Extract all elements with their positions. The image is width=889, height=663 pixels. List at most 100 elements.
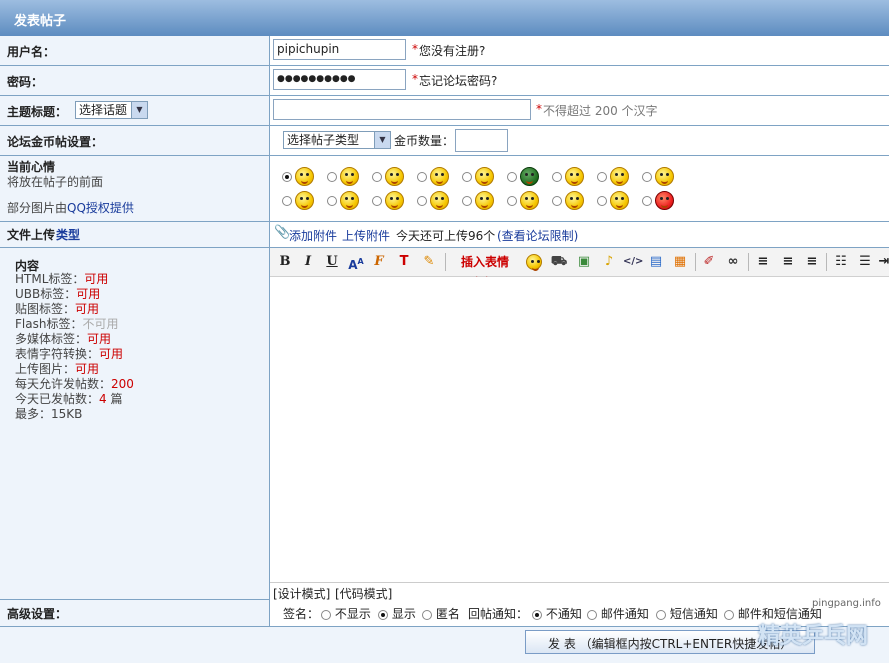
mood-option[interactable] bbox=[552, 167, 584, 186]
mood-option[interactable] bbox=[282, 191, 314, 210]
mood-radio[interactable] bbox=[327, 195, 337, 206]
mood-radio[interactable] bbox=[642, 195, 652, 206]
mood-option[interactable] bbox=[462, 167, 494, 186]
mood-option[interactable] bbox=[552, 191, 584, 210]
notify-none-option[interactable]: 不通知 bbox=[532, 605, 582, 622]
highlight-icon[interactable]: ✎ bbox=[420, 253, 438, 271]
editor-textarea[interactable] bbox=[270, 277, 889, 582]
upload-attachment-link[interactable]: 上传附件 bbox=[342, 227, 390, 244]
mood-radio[interactable] bbox=[462, 195, 472, 206]
mood-option[interactable] bbox=[417, 167, 449, 186]
dizzy-icon bbox=[655, 167, 674, 186]
angry-icon bbox=[655, 191, 674, 210]
add-attachment-link[interactable]: 添加附件 bbox=[289, 227, 337, 244]
mood-radio[interactable] bbox=[417, 171, 427, 182]
view-limit-link[interactable]: (查看论坛限制) bbox=[497, 227, 578, 244]
text-color-icon[interactable]: T bbox=[395, 253, 413, 271]
mood-option[interactable] bbox=[327, 167, 359, 186]
mood-option[interactable] bbox=[642, 167, 674, 186]
mood-radio[interactable] bbox=[597, 171, 607, 182]
mood-radio[interactable] bbox=[327, 171, 337, 182]
bold-icon[interactable]: B bbox=[278, 253, 292, 271]
password-input[interactable]: ●●●●●●●●●● bbox=[273, 69, 406, 90]
notify-mail-option[interactable]: 邮件通知 bbox=[587, 605, 649, 622]
subject-hint: 不得超过 200 个汉字 bbox=[543, 104, 658, 118]
music-icon[interactable]: ♪ bbox=[600, 253, 618, 271]
font-icon[interactable]: AA bbox=[347, 253, 365, 272]
topic-select[interactable]: 选择话题 ▼ bbox=[75, 101, 148, 119]
subject-input[interactable] bbox=[273, 99, 531, 120]
mood-option[interactable] bbox=[282, 167, 314, 186]
mood-option[interactable] bbox=[372, 191, 404, 210]
mood-option[interactable] bbox=[642, 191, 674, 210]
sig-show-option[interactable]: 显示 bbox=[378, 605, 416, 622]
mood-radio[interactable] bbox=[282, 171, 292, 182]
forgot-password-link[interactable]: 忘记论坛密码? bbox=[419, 72, 497, 89]
align-left-icon[interactable]: ≡ bbox=[754, 253, 772, 271]
coin-amount-input[interactable] bbox=[455, 129, 508, 152]
post-type-select[interactable]: 选择帖子类型 ▼ bbox=[283, 131, 391, 149]
mood-radio[interactable] bbox=[462, 171, 472, 182]
mood-radio[interactable] bbox=[372, 195, 382, 206]
mood-option[interactable] bbox=[327, 191, 359, 210]
thinking-icon bbox=[340, 191, 359, 210]
indent-icon[interactable]: ⇥ bbox=[878, 253, 889, 271]
content-row: 内容 HTML标签：可用 UBB标签：可用 贴图标签：可用 Flash标签：不可… bbox=[0, 248, 889, 601]
mood-option[interactable] bbox=[372, 167, 404, 186]
mood-option[interactable] bbox=[597, 191, 629, 210]
mood-radio[interactable] bbox=[507, 171, 517, 182]
advanced-row: 高级设置： 签名： 不显示 显示 匿名 回帖通知： 不通知 邮件通知 短信通知 … bbox=[0, 600, 889, 627]
mood-radio[interactable] bbox=[372, 171, 382, 182]
crying-icon bbox=[385, 191, 404, 210]
mood-radio[interactable] bbox=[507, 195, 517, 206]
align-right-icon[interactable]: ≡ bbox=[803, 253, 821, 271]
insert-emotion-button[interactable]: 插入表情 >> bbox=[452, 253, 518, 287]
mood-option[interactable] bbox=[507, 191, 539, 210]
toolbar-divider bbox=[445, 253, 446, 271]
upload-type-link[interactable]: 类型 bbox=[56, 226, 80, 243]
underline-icon[interactable]: U bbox=[325, 253, 339, 271]
reply-notify-label: 回帖通知： bbox=[468, 607, 529, 621]
shocked-icon bbox=[520, 191, 539, 210]
align-center-icon[interactable]: ≡ bbox=[779, 253, 797, 271]
unordered-list-icon[interactable]: ☰ bbox=[856, 253, 874, 271]
sig-hide-option[interactable]: 不显示 bbox=[321, 605, 371, 622]
submit-bar: 发 表 （编辑框内按CTRL+ENTER快捷发帖） bbox=[0, 627, 889, 663]
submit-button[interactable]: 发 表 （编辑框内按CTRL+ENTER快捷发帖） bbox=[525, 630, 815, 654]
mood-option[interactable] bbox=[462, 191, 494, 210]
image-icon[interactable]: ▣ bbox=[575, 253, 593, 271]
upload-label: 文件上传 bbox=[7, 228, 56, 242]
love-icon bbox=[430, 167, 449, 186]
rule-upload-image: 上传图片：可用 bbox=[15, 362, 100, 376]
media-icon[interactable]: ⛟ bbox=[550, 253, 568, 271]
qq-credit-link[interactable]: QQ授权提供 bbox=[67, 199, 134, 216]
mood-radio[interactable] bbox=[282, 195, 292, 206]
mood-option[interactable] bbox=[417, 191, 449, 210]
link-icon[interactable]: ∞ bbox=[724, 253, 742, 271]
notify-sms-option[interactable]: 短信通知 bbox=[656, 605, 718, 622]
smile-icon bbox=[295, 167, 314, 186]
sad-icon bbox=[565, 191, 584, 210]
mood-radio[interactable] bbox=[642, 171, 652, 182]
username-row: 用户名： pipichupin * 您没有注册? bbox=[0, 36, 889, 66]
mood-radio[interactable] bbox=[552, 171, 562, 182]
notify-both-option[interactable]: 邮件和短信通知 bbox=[724, 605, 822, 622]
mood-radio[interactable] bbox=[417, 195, 427, 206]
ordered-list-icon[interactable]: ☷ bbox=[832, 253, 850, 271]
code-icon[interactable]: </> bbox=[623, 253, 643, 271]
font-size-icon[interactable]: F bbox=[370, 253, 388, 271]
table-icon[interactable]: ▦ bbox=[671, 253, 689, 271]
mood-radio[interactable] bbox=[597, 195, 607, 206]
mood-option[interactable] bbox=[597, 167, 629, 186]
clear-format-icon[interactable]: ✐ bbox=[700, 253, 718, 271]
mood-option[interactable] bbox=[507, 167, 539, 186]
italic-icon[interactable]: I bbox=[301, 253, 315, 271]
register-link[interactable]: 您没有注册? bbox=[419, 42, 485, 59]
rule-image: 贴图标签：可用 bbox=[15, 302, 100, 316]
sig-anon-option[interactable]: 匿名 bbox=[422, 605, 460, 622]
username-input[interactable]: pipichupin bbox=[273, 39, 406, 60]
insert-picture-icon[interactable]: ▤ bbox=[647, 253, 665, 271]
mood-radio[interactable] bbox=[552, 195, 562, 206]
rule-ubb: UBB标签：可用 bbox=[15, 287, 101, 301]
emoticon-icon[interactable] bbox=[525, 253, 543, 271]
